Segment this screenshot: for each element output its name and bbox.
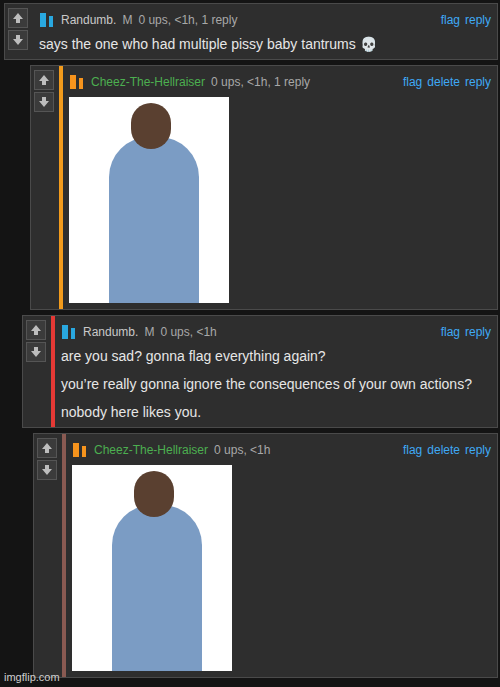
flag-link[interactable]: flag: [403, 73, 422, 91]
comment-body: Cheez-The-Hellraiser 0 ups, <1h flag delete…: [62, 434, 497, 677]
comment-text: says the one who had multiple pissy baby…: [39, 35, 491, 53]
comment-meta: 0 ups, <1h: [160, 323, 216, 341]
delete-link[interactable]: delete: [427, 441, 460, 459]
reply-link[interactable]: reply: [465, 323, 491, 341]
comment-paragraph: says the one who had multiple pissy baby…: [39, 35, 491, 53]
reply-link[interactable]: reply: [465, 11, 491, 29]
user-flag-icon: [39, 12, 55, 28]
comment-meta: 0 ups, <1h: [214, 441, 270, 459]
comment-actions: flag delete reply: [403, 441, 491, 459]
down-arrow-icon: [38, 96, 50, 108]
comment-text: are you sad? gonna flag everything again…: [61, 347, 491, 421]
comment-header: Randumb. M 0 ups, <1h, 1 reply flag reply: [39, 9, 491, 31]
down-arrow-icon: [12, 34, 24, 46]
delete-link[interactable]: delete: [427, 73, 460, 91]
comment-paragraph: are you sad? gonna flag everything again…: [61, 347, 491, 365]
comment-meta: 0 ups, <1h, 1 reply: [211, 73, 310, 91]
flag-link[interactable]: flag: [441, 323, 460, 341]
vote-column: [34, 434, 62, 677]
downvote-button[interactable]: [37, 460, 57, 480]
upvote-button[interactable]: [26, 320, 46, 340]
up-arrow-icon: [41, 442, 53, 454]
vote-column: [23, 316, 51, 427]
vote-column: [31, 66, 59, 309]
downvote-button[interactable]: [34, 92, 54, 112]
down-arrow-icon: [41, 464, 53, 476]
down-arrow-icon: [30, 346, 42, 358]
username[interactable]: Cheez-The-Hellraiser: [91, 73, 205, 91]
comment-actions: flag reply: [441, 11, 491, 29]
comment-thread: Randumb. M 0 ups, <1h, 1 reply flag reply say…: [0, 0, 500, 687]
meme-image[interactable]: [72, 465, 232, 671]
comment-actions: flag reply: [441, 323, 491, 341]
user-flag-icon: [69, 74, 85, 90]
user-flag-icon: [72, 442, 88, 458]
username[interactable]: Randumb.: [61, 11, 116, 29]
upvote-button[interactable]: [34, 70, 54, 90]
reply-link[interactable]: reply: [465, 441, 491, 459]
meme-image[interactable]: [69, 97, 229, 303]
flag-link[interactable]: flag: [403, 441, 422, 459]
comment: Randumb. M 0 ups, <1h, 1 reply flag reply say…: [4, 3, 498, 60]
reply-link[interactable]: reply: [465, 73, 491, 91]
downvote-button[interactable]: [26, 342, 46, 362]
comment: Cheez-The-Hellraiser 0 ups, <1h flag delete…: [33, 433, 498, 678]
username[interactable]: Cheez-The-Hellraiser: [94, 441, 208, 459]
username[interactable]: Randumb.: [83, 323, 138, 341]
mod-badge: M: [122, 11, 132, 29]
up-arrow-icon: [12, 12, 24, 24]
comment-meta: 0 ups, <1h, 1 reply: [138, 11, 237, 29]
watermark: imgflip.com: [4, 669, 60, 686]
comment-paragraph: nobody here likes you.: [61, 403, 491, 421]
comment-body: Randumb. M 0 ups, <1h, 1 reply flag reply say…: [33, 4, 497, 59]
comment-actions: flag delete reply: [403, 73, 491, 91]
mod-badge: M: [144, 323, 154, 341]
comment-header: Cheez-The-Hellraiser 0 ups, <1h, 1 reply f…: [69, 71, 491, 93]
downvote-button[interactable]: [8, 30, 28, 50]
comment-body: Randumb. M 0 ups, <1h flag reply are you sad?…: [51, 316, 497, 427]
comment-body: Cheez-The-Hellraiser 0 ups, <1h, 1 reply f…: [59, 66, 497, 309]
comment-header: Cheez-The-Hellraiser 0 ups, <1h flag delete…: [72, 439, 491, 461]
upvote-button[interactable]: [8, 8, 28, 28]
upvote-button[interactable]: [37, 438, 57, 458]
comment-header: Randumb. M 0 ups, <1h flag reply: [61, 321, 491, 343]
user-flag-icon: [61, 324, 77, 340]
comment: Randumb. M 0 ups, <1h flag reply are you sad?…: [22, 315, 498, 428]
vote-column: [5, 4, 33, 59]
up-arrow-icon: [30, 324, 42, 336]
comment: Cheez-The-Hellraiser 0 ups, <1h, 1 reply f…: [30, 65, 498, 310]
up-arrow-icon: [38, 74, 50, 86]
flag-link[interactable]: flag: [441, 11, 460, 29]
comment-paragraph: you’re really gonna ignore the consequen…: [61, 375, 491, 393]
